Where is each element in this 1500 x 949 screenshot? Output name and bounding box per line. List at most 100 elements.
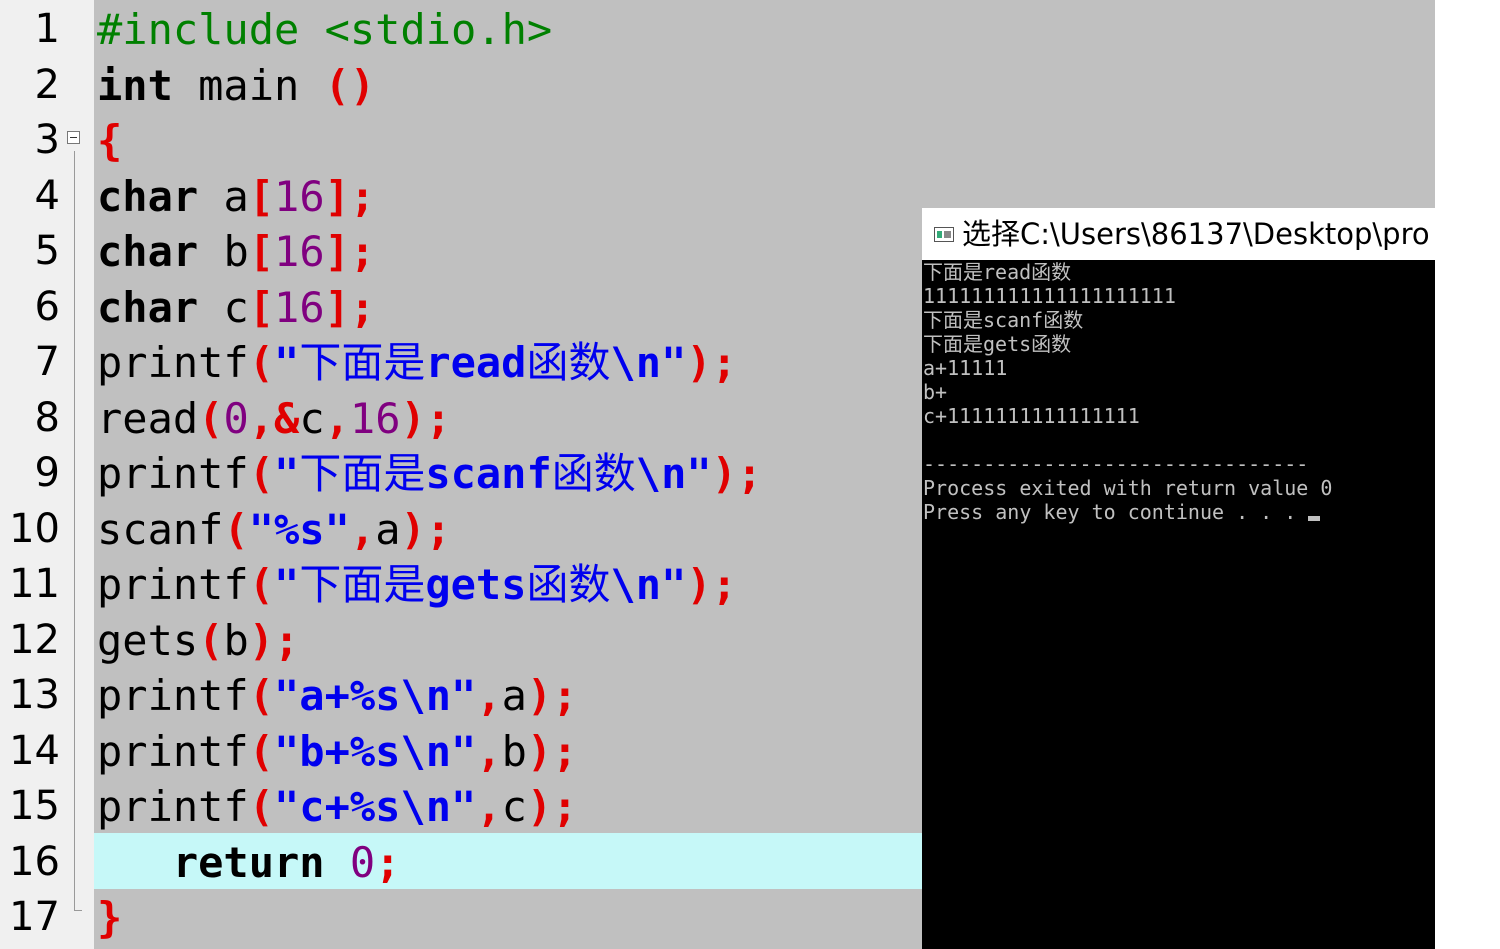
code-line[interactable]: #include <stdio.h>	[97, 2, 552, 58]
code-token: (	[248, 671, 275, 720]
code-line[interactable]: char b[16];	[97, 224, 375, 280]
code-line[interactable]: read(0,&c,16);	[97, 391, 451, 447]
code-token: [	[248, 227, 275, 276]
line-number: 7	[34, 339, 60, 385]
code-token: printf	[97, 338, 249, 387]
line-number: 17	[9, 894, 60, 940]
code-token: ,	[476, 671, 502, 720]
code-line[interactable]: printf("下面是read函数\n");	[97, 335, 737, 391]
console-line-text: 下面是scanf函数	[923, 308, 1084, 332]
code-line[interactable]: int main ()	[97, 58, 375, 114]
code-line[interactable]: gets(b);	[97, 613, 299, 669]
fold-guide-end	[74, 910, 82, 911]
code-token: char	[97, 227, 199, 276]
code-token: ];	[324, 171, 376, 221]
code-line[interactable]: }	[97, 890, 122, 946]
code-token: ,	[324, 393, 350, 443]
code-token: 函数	[551, 449, 636, 498]
fold-guide-line	[74, 151, 75, 911]
code-token: [	[248, 282, 275, 332]
fold-collapse-icon[interactable]	[67, 131, 80, 144]
code-line[interactable]: scanf("%s",a);	[97, 502, 451, 558]
code-token: gets	[97, 615, 199, 665]
console-line-text: Process exited with return value 0	[923, 476, 1333, 500]
console-window-icon	[934, 227, 954, 242]
code-token: 函数	[526, 338, 611, 387]
code-token: (	[248, 782, 275, 831]
code-token: {	[97, 116, 123, 165]
code-token: (	[248, 560, 275, 609]
code-token: printf	[97, 449, 249, 498]
console-line-text: Press any key to continue . . .	[923, 500, 1309, 524]
console-line-text: b+	[923, 380, 948, 404]
code-token: printf	[97, 560, 249, 609]
code-line[interactable]: printf("b+%s\n",b);	[97, 724, 577, 780]
code-token: ];	[324, 282, 376, 332]
code-token: (	[198, 393, 224, 443]
code-token: gets	[425, 560, 527, 609]
code-token: (	[223, 504, 249, 554]
code-token: printf	[97, 671, 249, 720]
code-token: \n"	[635, 449, 712, 498]
code-token: ;	[375, 837, 401, 887]
console-line: c+1111111111111111	[923, 404, 1428, 428]
code-token: b	[223, 615, 249, 665]
code-token: );	[526, 726, 578, 776]
code-token: 16	[274, 227, 325, 276]
code-token: c	[501, 782, 527, 831]
code-token: printf	[97, 782, 249, 831]
console-line: 下面是read函数	[923, 260, 1428, 284]
code-token: );	[526, 782, 578, 831]
console-line: --------------------------------	[923, 452, 1428, 476]
code-token: "	[274, 449, 300, 498]
code-token: 0	[349, 837, 376, 887]
line-number: 10	[9, 505, 60, 552]
line-number: 13	[9, 672, 60, 718]
code-token: main	[172, 60, 325, 110]
code-token: c	[198, 282, 249, 332]
code-token: 下面是	[299, 560, 426, 609]
code-token: ()	[324, 60, 376, 110]
code-token: read	[97, 393, 199, 443]
code-token: "	[274, 338, 300, 387]
code-line[interactable]: printf("下面是scanf函数\n");	[97, 446, 762, 502]
code-token: );	[400, 504, 452, 554]
code-token: b	[198, 227, 249, 276]
code-token: );	[686, 560, 737, 609]
line-number: 1	[34, 6, 60, 52]
console-line: 111111111111111111111	[923, 284, 1428, 308]
code-line[interactable]: printf("c+%s\n",c);	[97, 779, 577, 835]
code-line[interactable]: {	[97, 113, 122, 169]
code-token: a	[198, 171, 249, 221]
code-line[interactable]: return 0;	[97, 835, 401, 891]
code-token: \n"	[610, 560, 687, 609]
code-token: );	[686, 338, 737, 387]
console-line: 下面是gets函数	[923, 332, 1428, 356]
code-token: (	[248, 449, 275, 498]
console-window[interactable]: 选择C:\Users\86137\Desktop\pro 下面是read函数 11…	[922, 208, 1435, 949]
code-token: );	[400, 393, 452, 443]
code-token: read	[425, 338, 527, 387]
code-token: "	[274, 560, 300, 609]
code-line[interactable]: char c[16];	[97, 280, 375, 336]
code-line[interactable]: printf("下面是gets函数\n");	[97, 557, 737, 613]
console-titlebar[interactable]: 选择C:\Users\86137\Desktop\pro	[922, 208, 1435, 260]
code-token: a	[501, 671, 527, 720]
code-token: 16	[349, 393, 401, 443]
code-token: \n"	[610, 338, 687, 387]
console-line-text: a+11111	[923, 356, 1008, 380]
code-line[interactable]: char a[16];	[97, 169, 375, 225]
code-token: (	[198, 615, 224, 665]
code-token: 0	[223, 393, 249, 443]
code-token: );	[711, 449, 763, 498]
code-token: [	[248, 171, 275, 221]
code-line[interactable]: printf("a+%s\n",a);	[97, 668, 577, 724]
console-line: a+11111	[923, 356, 1428, 380]
console-line-text: 111111111111111111111	[923, 284, 1176, 308]
console-line: 下面是scanf函数	[923, 308, 1428, 332]
code-token: ,&	[248, 393, 300, 443]
code-token: char	[97, 171, 199, 221]
